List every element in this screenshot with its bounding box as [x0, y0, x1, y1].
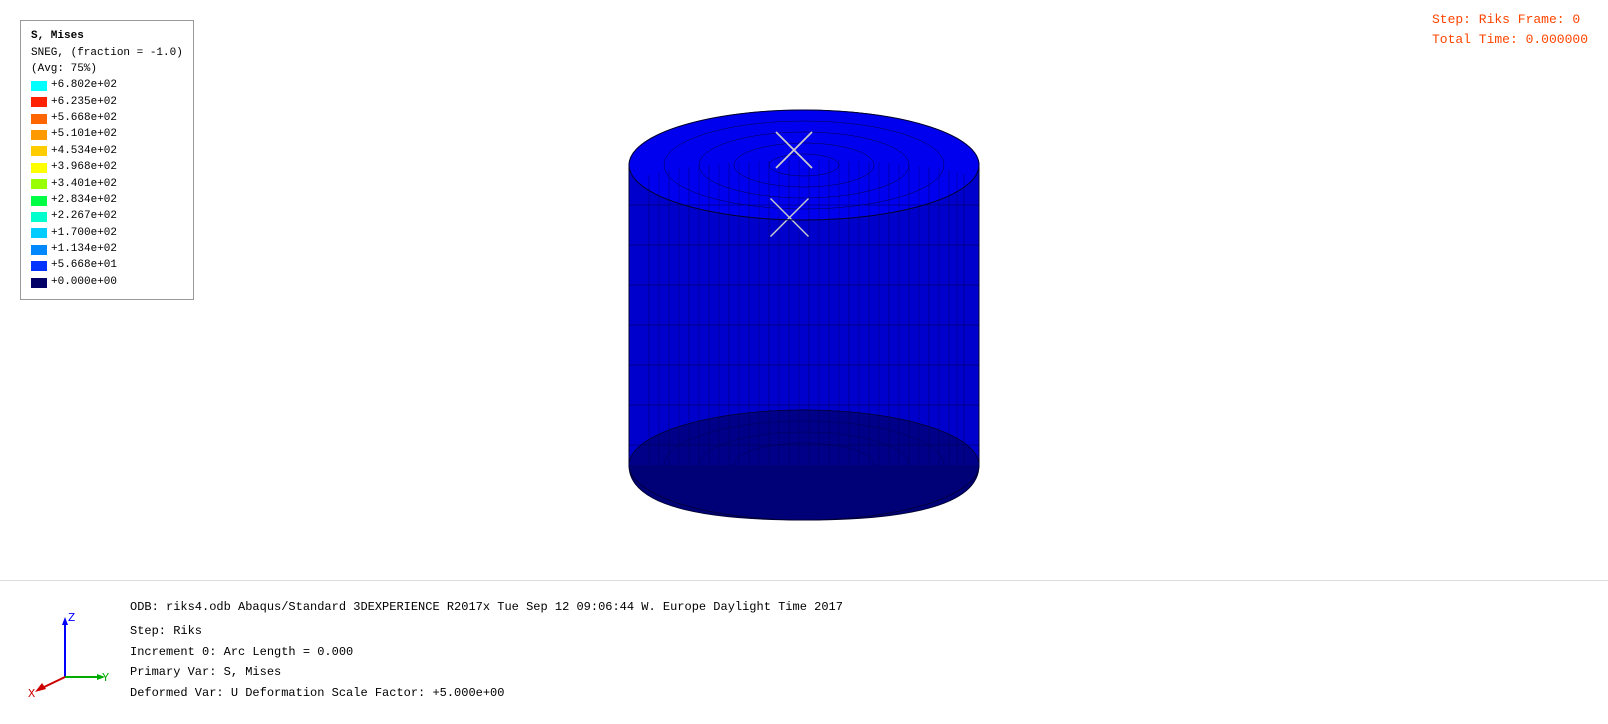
axis-svg: Z Y X	[20, 607, 110, 697]
step-label: Step: Riks	[130, 621, 843, 641]
primary-var: Primary Var: S, Mises	[130, 662, 843, 682]
z-axis-label: Z	[68, 611, 75, 625]
y-axis-label: Y	[102, 671, 109, 685]
odb-line: ODB: riks4.odb Abaqus/Standard 3DEXPERIE…	[130, 597, 843, 617]
deformed-var: Deformed Var: U Deformation Scale Factor…	[130, 683, 843, 703]
bottom-text-block: ODB: riks4.odb Abaqus/Standard 3DEXPERIE…	[130, 597, 843, 703]
bottom-info-bar: Z Y X ODB: riks4.odb Abaqus/Standard 3DE…	[0, 580, 1608, 724]
axis-indicator: Z Y X	[20, 607, 100, 687]
cylinder-mesh: .mesh-line { stroke: #000010; stroke-wid…	[594, 75, 1014, 535]
x-axis-label: X	[28, 687, 35, 697]
viewport: .mesh-line { stroke: #000010; stroke-wid…	[0, 0, 1608, 580]
fem-mesh-svg: .mesh-line { stroke: #000010; stroke-wid…	[594, 75, 1014, 535]
increment-label: Increment 0: Arc Length = 0.000	[130, 642, 843, 662]
